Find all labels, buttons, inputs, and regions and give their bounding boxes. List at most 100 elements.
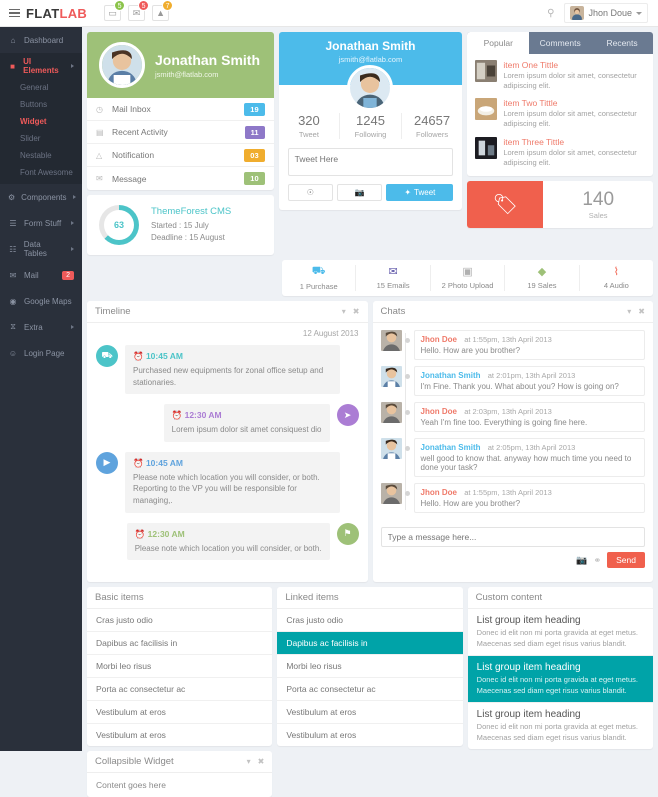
stat-strip-item[interactable]: ⌇ 4 Audio: [580, 265, 653, 291]
list-item[interactable]: Vestibulum at eros: [87, 724, 272, 746]
timeline-row: ▶ ⏰ 10:45 AM Please note which location …: [96, 451, 359, 513]
sidebar-link[interactable]: ◉ Google Maps: [0, 288, 82, 314]
avatar: [380, 438, 402, 459]
chevron-down-icon[interactable]: ▾: [342, 307, 346, 316]
item-title[interactable]: item One Tittle: [503, 60, 645, 70]
tab-popular[interactable]: Popular: [467, 32, 530, 54]
sidebar-link[interactable]: ⌂ Dashboard: [0, 27, 82, 53]
list-item[interactable]: Morbi leo risus: [277, 655, 463, 679]
sidebar-link[interactable]: ⧖ Extra: [0, 314, 82, 340]
list-item[interactable]: List group item heading Donec id elit no…: [467, 656, 653, 704]
list-item[interactable]: Porta ac consectetur ac: [277, 678, 463, 702]
list-item[interactable]: item Three Tittle Lorem ipsum dolor sit …: [475, 136, 645, 168]
close-icon[interactable]: ✖: [638, 307, 645, 316]
chat-text: Hello. How are you brother?: [420, 346, 521, 355]
paperclip-icon[interactable]: ⚭: [594, 555, 602, 566]
list-item[interactable]: item Two Tittle Lorem ipsum dolor sit am…: [475, 98, 645, 129]
envelope-icon[interactable]: ✉ 5: [128, 0, 150, 21]
sidebar-item-data-tables[interactable]: ☷ Data Tables: [0, 236, 82, 262]
sidebar-item-ui-elements[interactable]: ■ UI Elements General Buttons Widget Slider…: [0, 53, 82, 184]
user-menu[interactable]: Jhon Doue: [564, 3, 648, 23]
camera-icon[interactable]: 📷: [336, 184, 383, 201]
close-icon[interactable]: ✖: [258, 757, 265, 766]
chevron-right-icon: [71, 221, 74, 225]
sidebar-link[interactable]: ☷ Data Tables: [0, 236, 82, 262]
stat-strip-item[interactable]: ✉ 15 Emails: [356, 265, 431, 291]
chat-input[interactable]: [380, 527, 645, 547]
sidebar-item-dashboard[interactable]: ⌂ Dashboard: [0, 27, 82, 53]
tab-recents[interactable]: Recents: [591, 32, 653, 54]
brand-logo[interactable]: FLATLAB: [26, 6, 87, 21]
sidebar-subitem-buttons[interactable]: Buttons: [0, 96, 82, 113]
sidebar-subitem-widget[interactable]: Widget: [0, 113, 82, 130]
list-item[interactable]: List group item heading Donec id elit no…: [467, 609, 653, 657]
search-icon[interactable]: ⚲: [547, 8, 554, 19]
collapsible-widget-title: Collapsible Widget: [95, 756, 174, 768]
sidebar-subitem-general[interactable]: General: [0, 79, 82, 96]
thumbnail-image: [475, 98, 498, 121]
list-item[interactable]: Morbi leo risus: [87, 655, 273, 679]
avatar: [380, 330, 402, 351]
stat-strip-item[interactable]: ⛟ 1 Purchase: [282, 265, 357, 291]
list-item[interactable]: List group item heading Donec id elit no…: [468, 703, 653, 749]
close-icon[interactable]: ✖: [353, 307, 360, 316]
location-pin-icon[interactable]: ☉: [287, 184, 333, 201]
profile-stat-row[interactable]: ▤ Recent Activity 11: [87, 121, 274, 144]
sidebar-link[interactable]: ☺ Login Page: [0, 340, 82, 366]
sales-widget[interactable]: 🏷 140 Sales: [467, 180, 653, 228]
profile-stat-row[interactable]: ✉ Message 10: [87, 167, 274, 190]
list-item[interactable]: Dapibus ac facilisis in: [277, 632, 463, 656]
sidebar-item-form-stuff[interactable]: ☰ Form Stuff: [0, 210, 82, 236]
custom-content-list: List group item heading Donec id elit no…: [467, 609, 653, 749]
profile-stat-row[interactable]: △ Notification 03: [87, 144, 274, 167]
item-title[interactable]: item Two Tittle: [503, 98, 645, 108]
list-item-text: Donec id elit non mi porta gravida at eg…: [476, 628, 638, 648]
tweet-stat-label: Tweet: [298, 130, 319, 139]
sidebar-item-extra[interactable]: ⧖ Extra: [0, 314, 82, 340]
sidebar-subitem-font-awesome[interactable]: Font Awesome: [0, 164, 82, 181]
twitter-bird-icon: ✦: [404, 188, 412, 197]
camera-icon[interactable]: 📷: [576, 555, 587, 566]
sidebar-subitem-nestable[interactable]: Nestable: [0, 147, 82, 164]
item-title[interactable]: item Three Tittle: [503, 137, 645, 147]
list-item[interactable]: Dapibus ac facilisis in: [87, 632, 273, 656]
chevron-down-icon[interactable]: ▾: [247, 757, 251, 766]
message-icon: ✉: [96, 174, 103, 183]
profile-stat-badge: 19: [244, 102, 265, 116]
sidebar-item-login-page[interactable]: ☺ Login Page: [0, 340, 82, 366]
sidebar-link[interactable]: ✉ Mail 2: [0, 262, 82, 288]
thumbnail-image: [475, 60, 498, 82]
sidebar-item-mail[interactable]: ✉ Mail 2: [0, 262, 82, 288]
chevron-down-icon[interactable]: ▾: [627, 307, 631, 316]
screen-icon[interactable]: ▭ 5: [104, 0, 126, 21]
send-button[interactable]: Send: [607, 552, 645, 568]
sidebar-subitem-slider[interactable]: Slider: [0, 130, 82, 147]
sidebar-link[interactable]: ■ UI Elements: [0, 53, 82, 79]
chat-dot: [404, 491, 410, 496]
tab-comments[interactable]: Comments: [529, 32, 591, 54]
basic-items-panel: Basic items Cras justo odio Dapibus ac fa…: [87, 587, 273, 747]
list-item[interactable]: Porta ac consectetur ac: [87, 678, 273, 702]
dashboard-icon: ⌂: [10, 35, 16, 45]
list-item[interactable]: Cras justo odio: [277, 609, 463, 633]
list-item[interactable]: Vestibulum at eros: [277, 701, 463, 725]
tweet-button[interactable]: ✦ Tweet: [386, 184, 454, 201]
linked-items-title: Linked items: [285, 592, 339, 604]
list-item[interactable]: Vestibulum at eros: [87, 701, 273, 725]
list-item[interactable]: Vestibulum at eros: [277, 724, 462, 746]
stat-strip-item[interactable]: ◆ 19 Sales: [505, 265, 580, 291]
tweet-input[interactable]: [287, 148, 454, 176]
profile-stat-row[interactable]: ◷ Mail Inbox 19: [87, 98, 274, 121]
sidebar-item-label: Components: [21, 192, 67, 202]
list-item[interactable]: Cras justo odio: [87, 609, 273, 633]
list-item[interactable]: item One Tittle Lorem ipsum dolor sit am…: [475, 60, 645, 91]
bell-icon[interactable]: ▲ 7: [152, 0, 174, 21]
sidebar-link[interactable]: ⚙ Components: [0, 184, 82, 210]
timeline-event-icon: ⚑: [336, 522, 359, 545]
sidebar-item-components[interactable]: ⚙ Components: [0, 184, 82, 210]
sidebar-item-google-maps[interactable]: ◉ Google Maps: [0, 288, 82, 314]
hamburger-icon[interactable]: [0, 7, 26, 20]
stat-strip-item[interactable]: ▣ 2 Photo Upload: [431, 265, 506, 291]
tweet-stat-number: 24657: [413, 113, 451, 128]
sidebar-link[interactable]: ☰ Form Stuff: [0, 210, 82, 236]
